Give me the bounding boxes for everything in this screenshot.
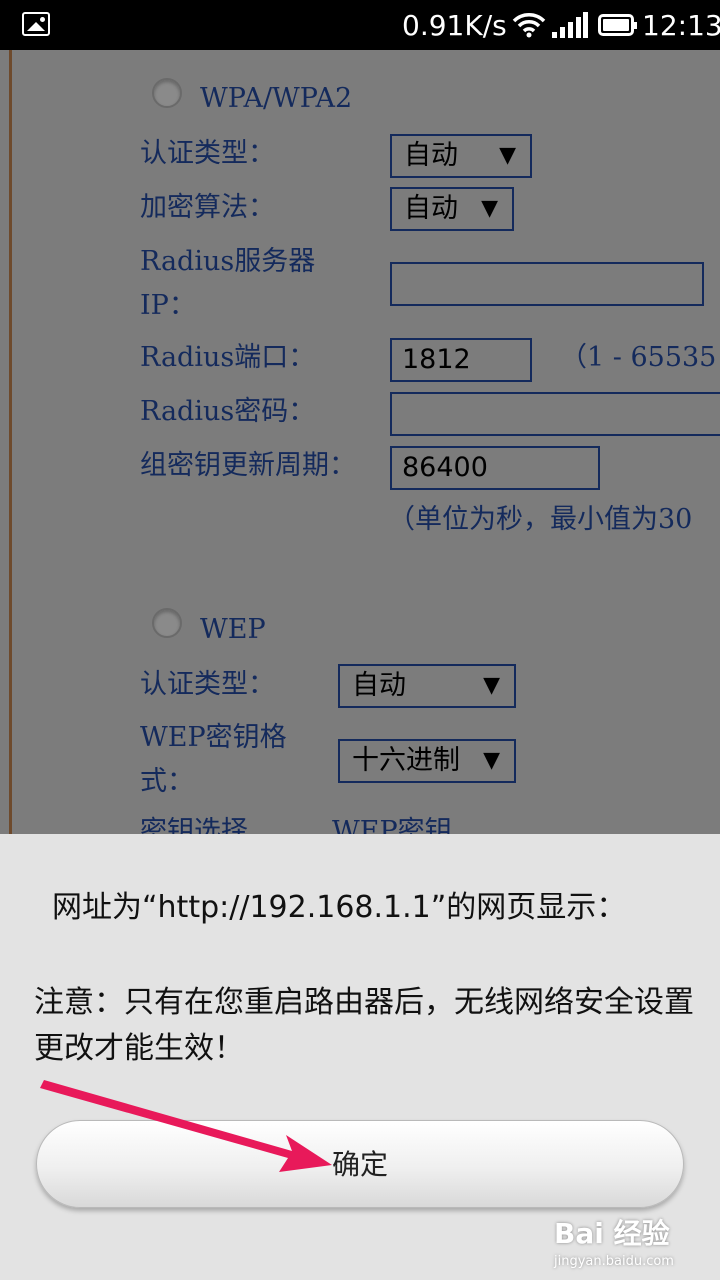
watermark-url: jingyan.baidu.com [554,1254,674,1269]
arrow-shape [40,1080,332,1172]
baidu-watermark: Bai 经验 jingyan.baidu.com [554,1212,674,1269]
watermark-brand: Bai 经验 [554,1217,670,1250]
annotation-arrow-icon [40,1080,332,1172]
